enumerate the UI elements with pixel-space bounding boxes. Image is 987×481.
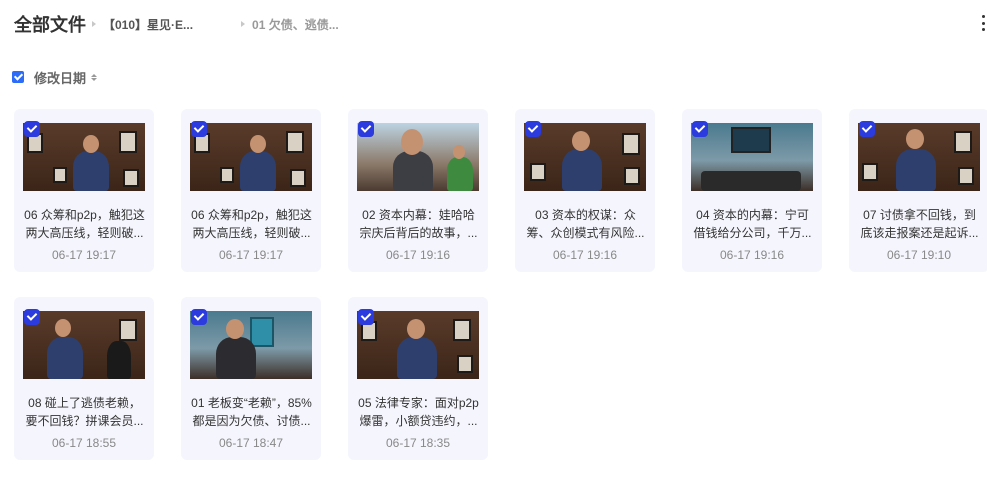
- checkbox-checked-icon[interactable]: [692, 121, 708, 137]
- file-card[interactable]: 03 资本的权谋：众 筹、众创模式有风险... 06-17 19:16: [515, 109, 655, 272]
- sort-icon[interactable]: [91, 73, 98, 81]
- video-thumbnail: [23, 123, 145, 191]
- file-card[interactable]: 07 讨债拿不回钱，到 底该走报案还是起诉... 06-17 19:10: [849, 109, 987, 272]
- file-title: 01 老板变“老赖”，85% 都是因为欠债、讨债...: [191, 396, 312, 428]
- chevron-right-icon: [92, 21, 96, 27]
- video-thumbnail: [190, 123, 312, 191]
- file-title: 04 资本的内幕：宁可 借钱给分公司，千万...: [693, 208, 812, 240]
- file-card[interactable]: 04 资本的内幕：宁可 借钱给分公司，千万... 06-17 19:16: [682, 109, 822, 272]
- checkbox-checked-icon[interactable]: [525, 121, 541, 137]
- checkbox-checked-icon[interactable]: [859, 121, 875, 137]
- video-thumbnail: [357, 311, 479, 379]
- breadcrumb-item-folder[interactable]: 【010】星见·E...: [103, 16, 193, 33]
- video-thumbnail: [524, 123, 646, 191]
- file-date: 06-17 19:17: [218, 248, 284, 262]
- checkbox-checked-icon[interactable]: [24, 309, 40, 325]
- file-title: 03 资本的权谋：众 筹、众创模式有风险...: [526, 208, 645, 240]
- file-title: 02 资本内幕：娃哈哈 宗庆后背后的故事，...: [359, 208, 478, 240]
- select-all-checkbox[interactable]: [12, 71, 24, 83]
- breadcrumb: 全部文件 【010】星见·E... 01 欠债、逃债...: [14, 12, 339, 36]
- chevron-right-icon: [241, 21, 246, 27]
- file-date: 06-17 19:16: [552, 248, 618, 262]
- file-card[interactable]: 02 资本内幕：娃哈哈 宗庆后背后的故事，... 06-17 19:16: [348, 109, 488, 272]
- sort-bar: 修改日期: [12, 68, 98, 87]
- file-title: 05 法律专家：面对p2p 爆雷，小额贷违约，...: [358, 396, 479, 428]
- file-date: 06-17 19:10: [886, 248, 952, 262]
- file-date: 06-17 18:55: [51, 436, 117, 450]
- file-card[interactable]: 06 众筹和p2p，触犯这 两大高压线，轻则破... 06-17 19:17: [181, 109, 321, 272]
- file-date: 06-17 18:35: [385, 436, 451, 450]
- file-title: 06 众筹和p2p，触犯这 两大高压线，轻则破...: [24, 208, 145, 240]
- breadcrumb-item-current[interactable]: 01 欠债、逃债...: [252, 16, 339, 33]
- checkbox-checked-icon[interactable]: [191, 309, 207, 325]
- video-thumbnail: [190, 311, 312, 379]
- video-thumbnail: [691, 123, 813, 191]
- file-card[interactable]: 05 法律专家：面对p2p 爆雷，小额贷违约，... 06-17 18:35: [348, 297, 488, 460]
- video-thumbnail: [357, 123, 479, 191]
- file-date: 06-17 19:16: [719, 248, 785, 262]
- checkbox-checked-icon[interactable]: [24, 121, 40, 137]
- video-thumbnail: [858, 123, 980, 191]
- more-options-icon[interactable]: [980, 15, 986, 31]
- sort-by-modified-date[interactable]: 修改日期: [34, 68, 86, 87]
- file-grid: 06 众筹和p2p，触犯这 两大高压线，轻则破... 06-17 19:17 06…: [14, 109, 987, 460]
- checkbox-checked-icon[interactable]: [191, 121, 207, 137]
- file-title: 08 碰上了逃债老赖， 要不回钱？拼课会员...: [25, 396, 144, 428]
- checkbox-checked-icon[interactable]: [358, 121, 374, 137]
- file-card[interactable]: 06 众筹和p2p，触犯这 两大高压线，轻则破... 06-17 19:17: [14, 109, 154, 272]
- checkbox-checked-icon[interactable]: [358, 309, 374, 325]
- file-card[interactable]: 08 碰上了逃债老赖， 要不回钱？拼课会员... 06-17 18:55: [14, 297, 154, 460]
- file-date: 06-17 19:16: [385, 248, 451, 262]
- file-title: 06 众筹和p2p，触犯这 两大高压线，轻则破...: [191, 208, 312, 240]
- video-thumbnail: [23, 311, 145, 379]
- file-date: 06-17 18:47: [218, 436, 284, 450]
- breadcrumb-root[interactable]: 全部文件: [14, 11, 86, 37]
- file-date: 06-17 19:17: [51, 248, 117, 262]
- file-card[interactable]: 01 老板变“老赖”，85% 都是因为欠债、讨债... 06-17 18:47: [181, 297, 321, 460]
- file-title: 07 讨债拿不回钱，到 底该走报案还是起诉...: [860, 208, 979, 240]
